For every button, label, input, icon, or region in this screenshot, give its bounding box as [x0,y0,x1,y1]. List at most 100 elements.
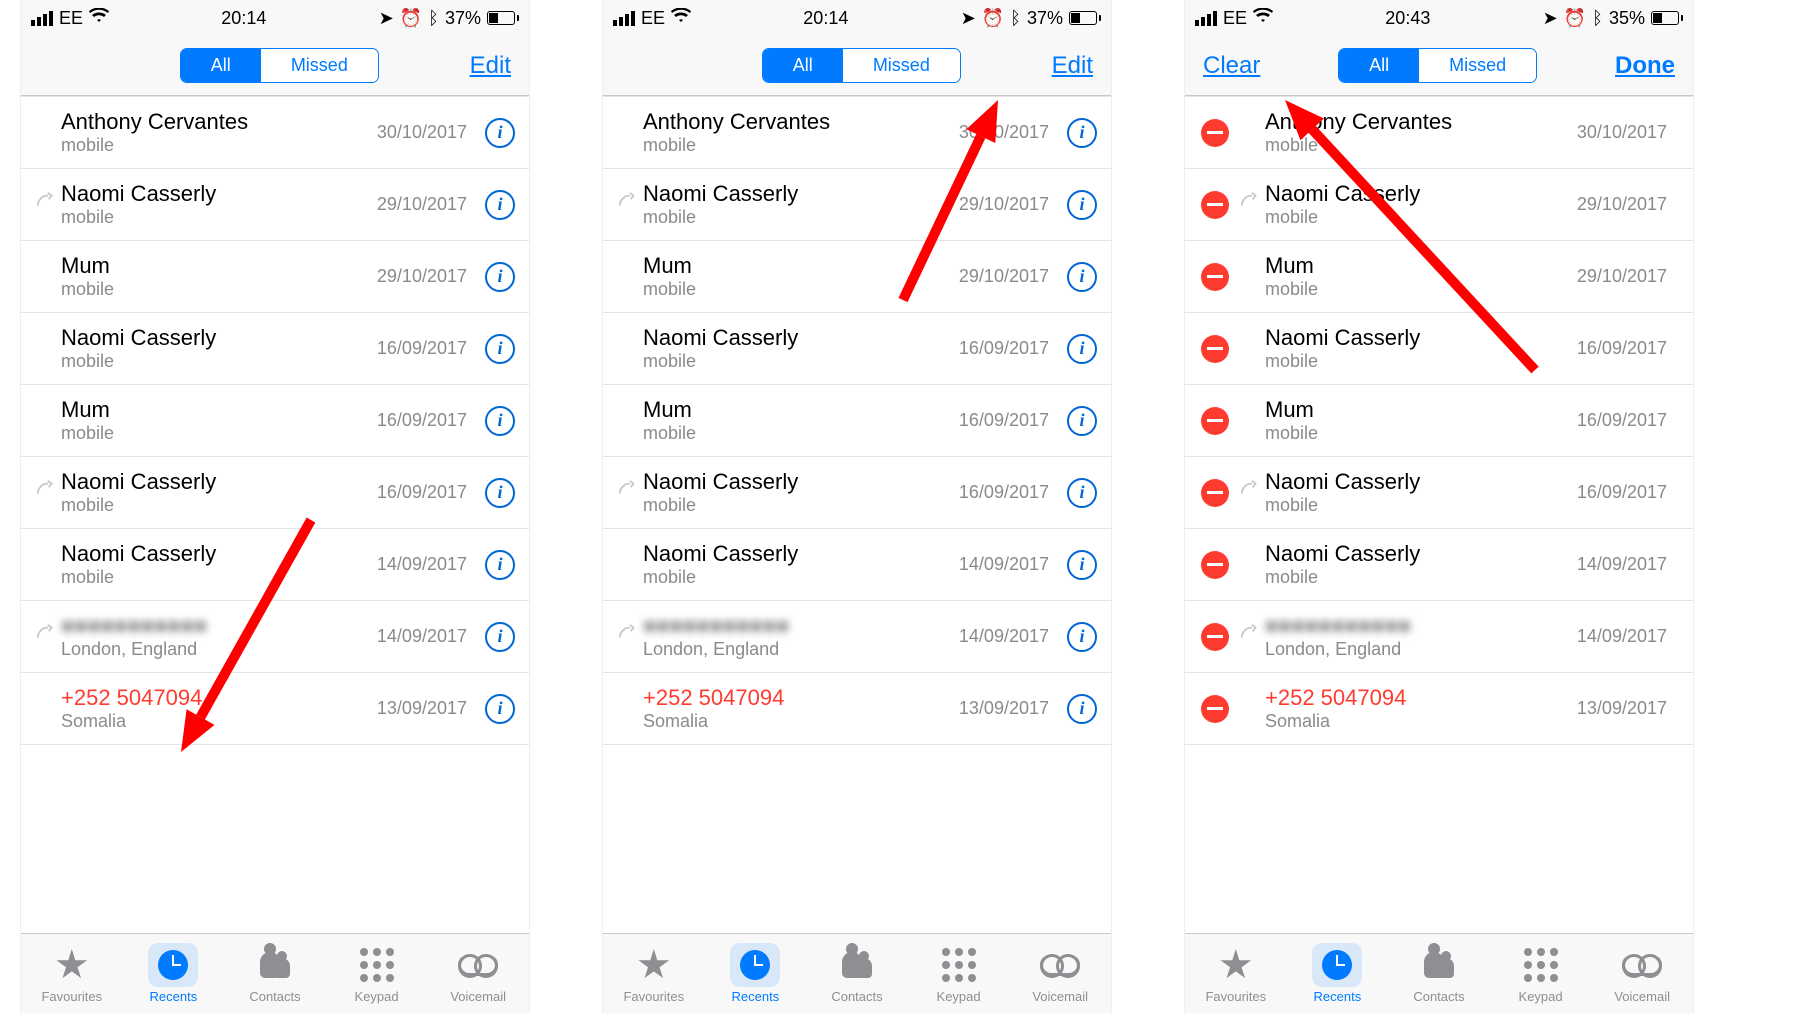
tab-favourites[interactable]: Favourites [1185,934,1287,1013]
call-name: Naomi Casserly [643,469,959,495]
segment-missed[interactable]: Missed [1419,49,1536,82]
info-icon[interactable]: i [1067,190,1097,220]
info-icon[interactable]: i [1067,334,1097,364]
call-row[interactable]: Naomi Casserlymobile16/09/2017i [603,313,1111,385]
tab-recents[interactable]: Recents [123,934,225,1013]
call-row[interactable]: Naomi Casserlymobile29/10/2017i [603,169,1111,241]
tab-voicemail[interactable]: Voicemail [1009,934,1111,1013]
delete-icon[interactable] [1201,551,1229,579]
info-icon[interactable]: i [1067,118,1097,148]
tab-label: Contacts [831,989,882,1004]
call-row[interactable]: ■■■■■■■■■■■London, England14/09/2017i [21,601,529,673]
call-row[interactable]: Naomi Casserlymobile16/09/2017 [1185,313,1693,385]
info-icon[interactable]: i [485,190,515,220]
info-icon[interactable]: i [1067,550,1097,580]
info-icon[interactable]: i [485,334,515,364]
edit-button[interactable]: Edit [470,52,511,80]
segment-all[interactable]: All [1339,49,1419,82]
info-icon[interactable]: i [1067,478,1097,508]
info-icon[interactable]: i [485,118,515,148]
info-icon[interactable]: i [1067,262,1097,292]
delete-icon[interactable] [1201,695,1229,723]
info-icon[interactable]: i [485,406,515,436]
call-row[interactable]: Naomi Casserlymobile14/09/2017i [21,529,529,601]
call-row[interactable]: Anthony Cervantesmobile30/10/2017i [21,96,529,169]
call-sublabel: mobile [61,279,377,300]
call-date: 14/09/2017 [959,626,1061,647]
call-row[interactable]: Naomi Casserlymobile16/09/2017i [21,457,529,529]
call-date: 30/10/2017 [959,122,1061,143]
info-icon[interactable]: i [485,478,515,508]
info-icon[interactable]: i [1067,694,1097,724]
recents-list[interactable]: Anthony Cervantesmobile30/10/2017iNaomi … [21,96,529,933]
call-row[interactable]: ■■■■■■■■■■■London, England14/09/2017 [1185,601,1693,673]
voicemail-icon [1622,954,1662,976]
carrier-label: EE [1223,8,1247,29]
call-row[interactable]: Anthony Cervantesmobile30/10/2017 [1185,96,1693,169]
segment-missed[interactable]: Missed [261,49,378,82]
call-row[interactable]: Anthony Cervantesmobile30/10/2017i [603,96,1111,169]
call-row[interactable]: Mummobile16/09/2017 [1185,385,1693,457]
call-row[interactable]: Mummobile16/09/2017i [21,385,529,457]
info-icon[interactable]: i [485,694,515,724]
info-icon[interactable]: i [485,550,515,580]
call-row[interactable]: Naomi Casserlymobile16/09/2017i [603,457,1111,529]
recents-list[interactable]: Anthony Cervantesmobile30/10/2017iNaomi … [603,96,1111,933]
tab-keypad[interactable]: Keypad [1490,934,1592,1013]
tab-keypad[interactable]: Keypad [908,934,1010,1013]
delete-icon[interactable] [1201,479,1229,507]
call-row[interactable]: ■■■■■■■■■■■London, England14/09/2017i [603,601,1111,673]
outgoing-call-icon [617,479,639,506]
clear-button[interactable]: Clear [1203,52,1260,80]
tab-contacts[interactable]: Contacts [224,934,326,1013]
call-row[interactable]: +252 5047094Somalia13/09/2017i [21,673,529,745]
delete-icon[interactable] [1201,191,1229,219]
delete-icon[interactable] [1201,623,1229,651]
filter-segmented-control[interactable]: AllMissed [1338,48,1537,83]
tab-voicemail[interactable]: Voicemail [427,934,529,1013]
segment-all[interactable]: All [181,49,261,82]
call-row[interactable]: Naomi Casserlymobile14/09/2017i [603,529,1111,601]
delete-icon[interactable] [1201,407,1229,435]
recents-list[interactable]: Anthony Cervantesmobile30/10/2017Naomi C… [1185,96,1693,933]
call-row[interactable]: +252 5047094Somalia13/09/2017 [1185,673,1693,745]
delete-icon[interactable] [1201,335,1229,363]
tab-contacts[interactable]: Contacts [806,934,908,1013]
call-sublabel: mobile [1265,207,1577,228]
info-icon[interactable]: i [485,622,515,652]
tab-favourites[interactable]: Favourites [603,934,705,1013]
call-row[interactable]: Naomi Casserlymobile29/10/2017 [1185,169,1693,241]
alarm-icon: ⏰ [1564,8,1586,29]
filter-segmented-control[interactable]: AllMissed [762,48,961,83]
done-button[interactable]: Done [1615,52,1675,80]
segment-all[interactable]: All [763,49,843,82]
filter-segmented-control[interactable]: AllMissed [180,48,379,83]
segment-missed[interactable]: Missed [843,49,960,82]
call-row[interactable]: Naomi Casserlymobile14/09/2017 [1185,529,1693,601]
info-icon[interactable]: i [1067,622,1097,652]
carrier-label: EE [641,8,665,29]
delete-icon[interactable] [1201,119,1229,147]
call-row[interactable]: Mummobile29/10/2017 [1185,241,1693,313]
call-row[interactable]: Naomi Casserlymobile29/10/2017i [21,169,529,241]
info-icon[interactable]: i [1067,406,1097,436]
tab-recents[interactable]: Recents [1287,934,1389,1013]
tab-recents[interactable]: Recents [705,934,807,1013]
bluetooth-icon: ᛒ [1010,8,1021,29]
call-row[interactable]: Mummobile29/10/2017i [603,241,1111,313]
call-row[interactable]: Naomi Casserlymobile16/09/2017 [1185,457,1693,529]
tab-voicemail[interactable]: Voicemail [1591,934,1693,1013]
tab-contacts[interactable]: Contacts [1388,934,1490,1013]
call-row[interactable]: Naomi Casserlymobile16/09/2017i [21,313,529,385]
call-row[interactable]: +252 5047094Somalia13/09/2017i [603,673,1111,745]
info-icon[interactable]: i [485,262,515,292]
tab-favourites[interactable]: Favourites [21,934,123,1013]
call-row[interactable]: Mummobile16/09/2017i [603,385,1111,457]
tab-keypad[interactable]: Keypad [326,934,428,1013]
delete-icon[interactable] [1201,263,1229,291]
alarm-icon: ⏰ [400,8,422,29]
call-row[interactable]: Mummobile29/10/2017i [21,241,529,313]
call-sublabel: mobile [61,135,377,156]
call-date: 14/09/2017 [377,554,479,575]
edit-button[interactable]: Edit [1052,52,1093,80]
